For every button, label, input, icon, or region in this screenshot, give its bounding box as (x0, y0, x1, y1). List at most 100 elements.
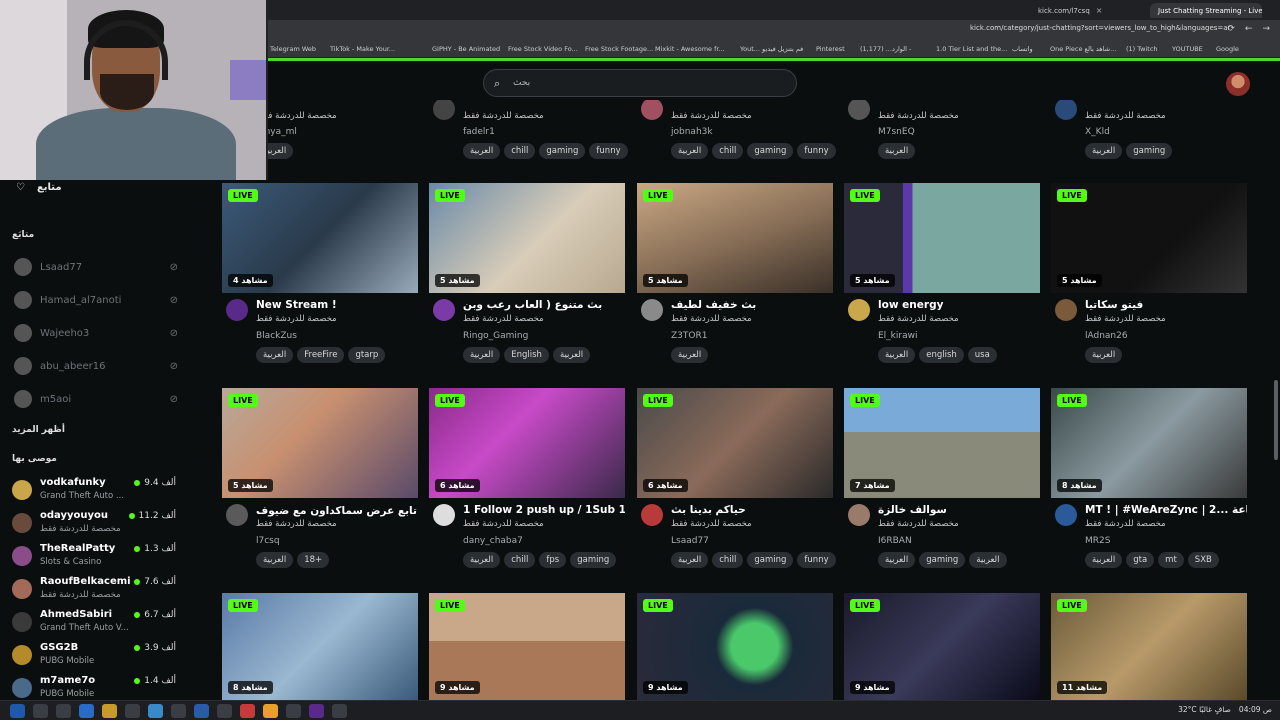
clock[interactable]: 04:09 ص (1239, 705, 1272, 714)
stream-card[interactable]: LIVE 5 مشاهد بث خفيف لطيف مخصصة للدردشة … (637, 183, 833, 373)
stream-thumbnail[interactable]: LIVE 5 مشاهد (222, 388, 418, 498)
tag[interactable]: العربية (1085, 552, 1123, 568)
app-icon[interactable] (194, 704, 209, 718)
stream-card[interactable]: LIVE 7 مشاهد سوالف خالزة مخصصة للدردشة ف… (844, 388, 1040, 578)
stream-category[interactable]: مخصصة للدردشة فقط (256, 519, 337, 529)
sidebar-item-recommended[interactable]: vodkafunky Grand Theft Auto ... 9.4 ألف (12, 476, 182, 506)
tag[interactable]: funny (589, 143, 628, 159)
sidebar-item-following[interactable]: m5aoi ⊘ (14, 389, 184, 409)
streamer-name[interactable]: fadelr1 (463, 127, 495, 137)
sidebar-item-recommended[interactable]: odayyouyou مخصصة للدردشة فقط 11.2 ألف (12, 509, 182, 539)
stream-thumbnail[interactable]: LIVE 6 مشاهد (637, 388, 833, 498)
sidebar-item-following[interactable]: abu_abeer16 ⊘ (14, 356, 184, 376)
stream-card[interactable]: LIVE 11 مشاهد (1051, 593, 1247, 700)
tag[interactable]: gaming (747, 552, 794, 568)
weather-text[interactable]: 32°C صافٍ غالبًا (1178, 705, 1231, 714)
stream-card[interactable]: LIVE 5 مشاهد تابع عرض سماكداون مع ضيوف 🔥… (222, 388, 418, 578)
stream-thumbnail[interactable]: LIVE 5 مشاهد (844, 183, 1040, 293)
app-icon[interactable] (309, 704, 324, 718)
sidebar-item-recommended[interactable]: TheRealPatty Slots & Casino 1.3 ألف (12, 542, 182, 572)
stream-card[interactable]: LIVE 9 مشاهد (429, 593, 625, 700)
avatar[interactable] (226, 504, 248, 526)
tag[interactable]: mt (1158, 552, 1184, 568)
stream-category[interactable]: مخصصة للدردشة فقط (1085, 519, 1166, 529)
avatar[interactable] (641, 504, 663, 526)
stream-card[interactable]: LIVE 9 مشاهد (637, 593, 833, 700)
task-view-icon[interactable] (56, 704, 71, 718)
stream-card[interactable]: LIVE 6 مشاهد 1 Follow 2 push up / 1Sub 1… (429, 388, 625, 578)
stream-thumbnail[interactable]: LIVE 8 مشاهد (222, 593, 418, 700)
streamer-name[interactable]: BlackZus (256, 331, 297, 341)
stream-thumbnail[interactable]: LIVE 11 مشاهد (1051, 593, 1247, 700)
folder-icon[interactable] (102, 704, 117, 718)
start-icon[interactable] (10, 704, 25, 718)
following-nav[interactable]: ♡ متابع (16, 182, 62, 193)
stream-thumbnail[interactable]: LIVE 9 مشاهد (429, 593, 625, 700)
stream-title[interactable]: New Stream ! (256, 299, 418, 311)
stream-category[interactable]: مخصصة للدردشة فقط (1085, 111, 1166, 121)
tag[interactable]: funny (797, 143, 836, 159)
sidebar-item-following[interactable]: Lsaad77 ⊘ (14, 257, 184, 277)
tag[interactable]: العربية (463, 347, 501, 363)
tag[interactable]: العربية (878, 143, 916, 159)
tag[interactable]: العربية (1085, 143, 1123, 159)
stream-card[interactable]: LIVE 4 مشاهد New Stream ! مخصصة للدردشة … (222, 183, 418, 373)
tag[interactable]: gaming (539, 143, 586, 159)
show-more-link[interactable]: أظهر المزيد (12, 425, 65, 435)
tag[interactable]: 18+ (297, 552, 330, 568)
tag[interactable]: chill (504, 143, 536, 159)
stream-title[interactable]: فيتو سكاتيا (1085, 299, 1247, 311)
stream-category[interactable]: مخصصة للدردشة فقط (256, 111, 337, 121)
stream-title[interactable]: حياكم بدينا بث (671, 504, 833, 516)
avatar[interactable] (1055, 504, 1077, 526)
streamer-name[interactable]: Z3TOR1 (671, 331, 707, 341)
tag[interactable]: العربية (463, 552, 501, 568)
streamer-name[interactable]: l7csq (256, 536, 280, 546)
stream-category[interactable]: مخصصة للدردشة فقط (671, 111, 752, 121)
tag[interactable]: english (919, 347, 964, 363)
stream-thumbnail[interactable]: LIVE 4 مشاهد (222, 183, 418, 293)
streamer-name[interactable]: El_kirawi (878, 331, 917, 341)
tag[interactable]: العربية (1085, 347, 1123, 363)
stream-thumbnail[interactable]: LIVE 5 مشاهد (1051, 183, 1247, 293)
stream-title[interactable]: سوالف خالزة (878, 504, 1040, 516)
tag[interactable]: chill (712, 552, 744, 568)
app-icon[interactable] (171, 704, 186, 718)
stream-category[interactable]: مخصصة للدردشة فقط (671, 519, 752, 529)
app-icon[interactable] (332, 704, 347, 718)
tag[interactable]: chill (504, 552, 536, 568)
stream-thumbnail[interactable]: LIVE 7 مشاهد (844, 388, 1040, 498)
tag[interactable]: العربية (671, 143, 709, 159)
tag[interactable]: العربية (463, 143, 501, 159)
avatar[interactable] (848, 299, 870, 321)
tag[interactable]: العربية (969, 552, 1007, 568)
tag[interactable]: gaming (1126, 143, 1173, 159)
streamer-name[interactable]: lAdnan26 (1085, 331, 1128, 341)
tag[interactable]: gaming (919, 552, 966, 568)
stream-title[interactable]: تابع عرض سماكداون مع ضيوف 🔥🔥 (256, 504, 418, 517)
tag[interactable]: العربية (878, 552, 916, 568)
search-input[interactable]: ⌕ بحث (483, 69, 797, 97)
streamer-name[interactable]: Lsaad77 (671, 536, 709, 546)
tag[interactable]: العربية (671, 552, 709, 568)
tag[interactable]: العربية (671, 347, 709, 363)
user-avatar[interactable] (1226, 72, 1250, 96)
tag[interactable]: FreeFire (297, 347, 345, 363)
app-icon[interactable] (125, 704, 140, 718)
streamer-name[interactable]: MR2S (1085, 536, 1110, 546)
stream-category[interactable]: مخصصة للدردشة فقط (878, 111, 959, 121)
streamer-name[interactable]: I6RBAN (878, 536, 912, 546)
streamer-name[interactable]: M7snEQ (878, 127, 915, 137)
stream-category[interactable]: مخصصة للدردشة فقط (1085, 314, 1166, 324)
stream-card[interactable]: LIVE 8 مشاهد (222, 593, 418, 700)
stream-thumbnail[interactable]: LIVE 6 مشاهد (429, 388, 625, 498)
avatar[interactable] (641, 299, 663, 321)
tag[interactable]: العربية (878, 347, 916, 363)
search-icon[interactable] (33, 704, 48, 718)
tag[interactable]: gaming (747, 143, 794, 159)
stream-card[interactable]: LIVE 5 مشاهد بث متنوع ( العاب رعب وبن مخ… (429, 183, 625, 373)
stream-thumbnail[interactable]: LIVE 5 مشاهد (429, 183, 625, 293)
chrome-icon[interactable] (263, 704, 278, 718)
stream-category[interactable]: مخصصة للدردشة فقط (878, 519, 959, 529)
app-icon[interactable] (217, 704, 232, 718)
